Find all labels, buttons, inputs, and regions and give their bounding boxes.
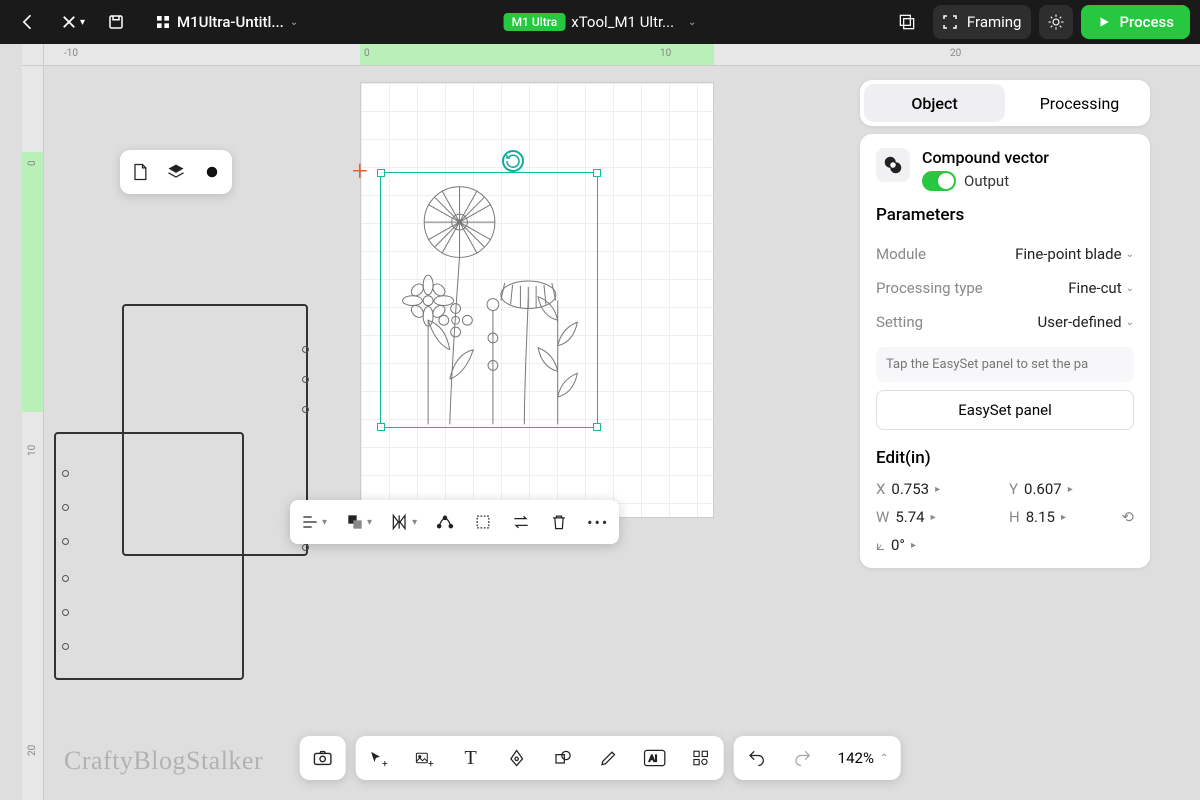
zoom-control[interactable]: 142%⌃ xyxy=(838,749,889,767)
side-panel: Object Processing Compound vector Output… xyxy=(860,80,1150,568)
image-tool[interactable]: + xyxy=(414,747,436,769)
pen-tool[interactable] xyxy=(506,747,528,769)
file-title: M1Ultra-Untitl... xyxy=(177,13,284,31)
process-button[interactable]: Process xyxy=(1081,5,1190,39)
text-tool[interactable]: T xyxy=(460,747,482,769)
rotate-handle[interactable] xyxy=(502,150,524,172)
edit-nodes-button[interactable] xyxy=(435,512,455,532)
panel-tabs: Object Processing xyxy=(860,80,1150,126)
file-title-dropdown[interactable]: M1Ultra-Untitl... ⌄ xyxy=(155,13,298,31)
selection-context-toolbar: ▾ ▾ ▾ ••• xyxy=(290,500,619,544)
layers-icon[interactable] xyxy=(164,160,188,184)
edit-rotation[interactable]: ⟀0°▸ xyxy=(876,536,1001,554)
top-bar: ▾ M1Ultra-Untitl... ⌄ M1 Ultra xTool_M1 … xyxy=(0,0,1200,44)
svg-text:AI: AI xyxy=(649,753,658,764)
camera-capture-button[interactable] xyxy=(300,736,346,780)
more-button[interactable]: ••• xyxy=(587,513,609,532)
edit-heading: Edit(in) xyxy=(876,448,1134,468)
app-menu-button[interactable]: ▾ xyxy=(52,7,93,37)
draw-tool[interactable] xyxy=(598,747,620,769)
device-chip: M1 Ultra xyxy=(504,13,566,31)
ai-tool[interactable]: AI xyxy=(644,747,666,769)
apps-tool[interactable] xyxy=(690,747,712,769)
align-button[interactable]: ▾ xyxy=(300,512,327,532)
origin-crosshair: + xyxy=(352,154,368,187)
outline-button[interactable] xyxy=(473,512,493,532)
framing-label: Framing xyxy=(967,13,1022,31)
selection-box[interactable] xyxy=(380,172,598,428)
edit-y[interactable]: Y0.607▸ xyxy=(1009,480,1134,498)
compound-title: Compound vector xyxy=(922,148,1049,167)
aspect-lock-icon[interactable]: ⟲ xyxy=(1121,508,1134,526)
device-selector[interactable]: M1 Ultra xTool_M1 Ultr... ⌄ xyxy=(504,13,697,31)
bottom-toolbar: + + T AI 142%⌃ xyxy=(300,736,901,780)
watermark: CraftyBlogStalker xyxy=(64,746,263,776)
edit-h[interactable]: H8.15▸ ⟲ xyxy=(1009,508,1134,526)
process-label: Process xyxy=(1119,13,1174,31)
back-button[interactable] xyxy=(10,7,46,37)
delete-button[interactable] xyxy=(549,512,569,532)
view-mode-toolbar xyxy=(120,150,232,194)
ruler-horizontal: -10 0 10 20 xyxy=(44,44,1200,66)
layers-button[interactable] xyxy=(889,7,925,37)
swap-button[interactable] xyxy=(511,512,531,532)
flower-artwork xyxy=(381,173,597,428)
parameters-heading: Parameters xyxy=(876,205,1134,225)
file-icon[interactable] xyxy=(128,160,152,184)
ruler-corner xyxy=(22,44,44,66)
save-button[interactable] xyxy=(99,7,133,37)
shape-tool[interactable] xyxy=(552,747,574,769)
focus-button[interactable] xyxy=(1039,5,1073,39)
ruler-vertical: 0 10 20 xyxy=(22,66,44,800)
easyset-note: Tap the EasySet panel to set the pa xyxy=(876,347,1134,382)
module-row[interactable]: Module Fine-point blade⌄ xyxy=(876,237,1134,271)
arrange-button[interactable]: ▾ xyxy=(345,512,372,532)
select-tool[interactable]: + xyxy=(368,747,390,769)
edit-x[interactable]: X0.753▸ xyxy=(876,480,1001,498)
output-toggle[interactable] xyxy=(922,171,956,191)
redo-button[interactable] xyxy=(792,747,814,769)
tab-object[interactable]: Object xyxy=(864,84,1005,122)
undo-button[interactable] xyxy=(746,747,768,769)
tab-processing[interactable]: Processing xyxy=(1009,80,1150,126)
processing-type-row[interactable]: Processing type Fine-cut⌄ xyxy=(876,271,1134,305)
shape-rectangle-2[interactable] xyxy=(54,432,244,680)
mirror-button[interactable]: ▾ xyxy=(390,512,417,532)
compound-vector-icon xyxy=(876,148,910,182)
output-label: Output xyxy=(964,172,1009,190)
easyset-button[interactable]: EasySet panel xyxy=(876,390,1134,430)
framing-button[interactable]: Framing xyxy=(933,5,1032,39)
setting-row[interactable]: Setting User-defined⌄ xyxy=(876,305,1134,339)
preview-dot-icon[interactable] xyxy=(200,160,224,184)
device-name: xTool_M1 Ultr... xyxy=(571,13,674,31)
edit-w[interactable]: W5.74▸ xyxy=(876,508,1001,526)
